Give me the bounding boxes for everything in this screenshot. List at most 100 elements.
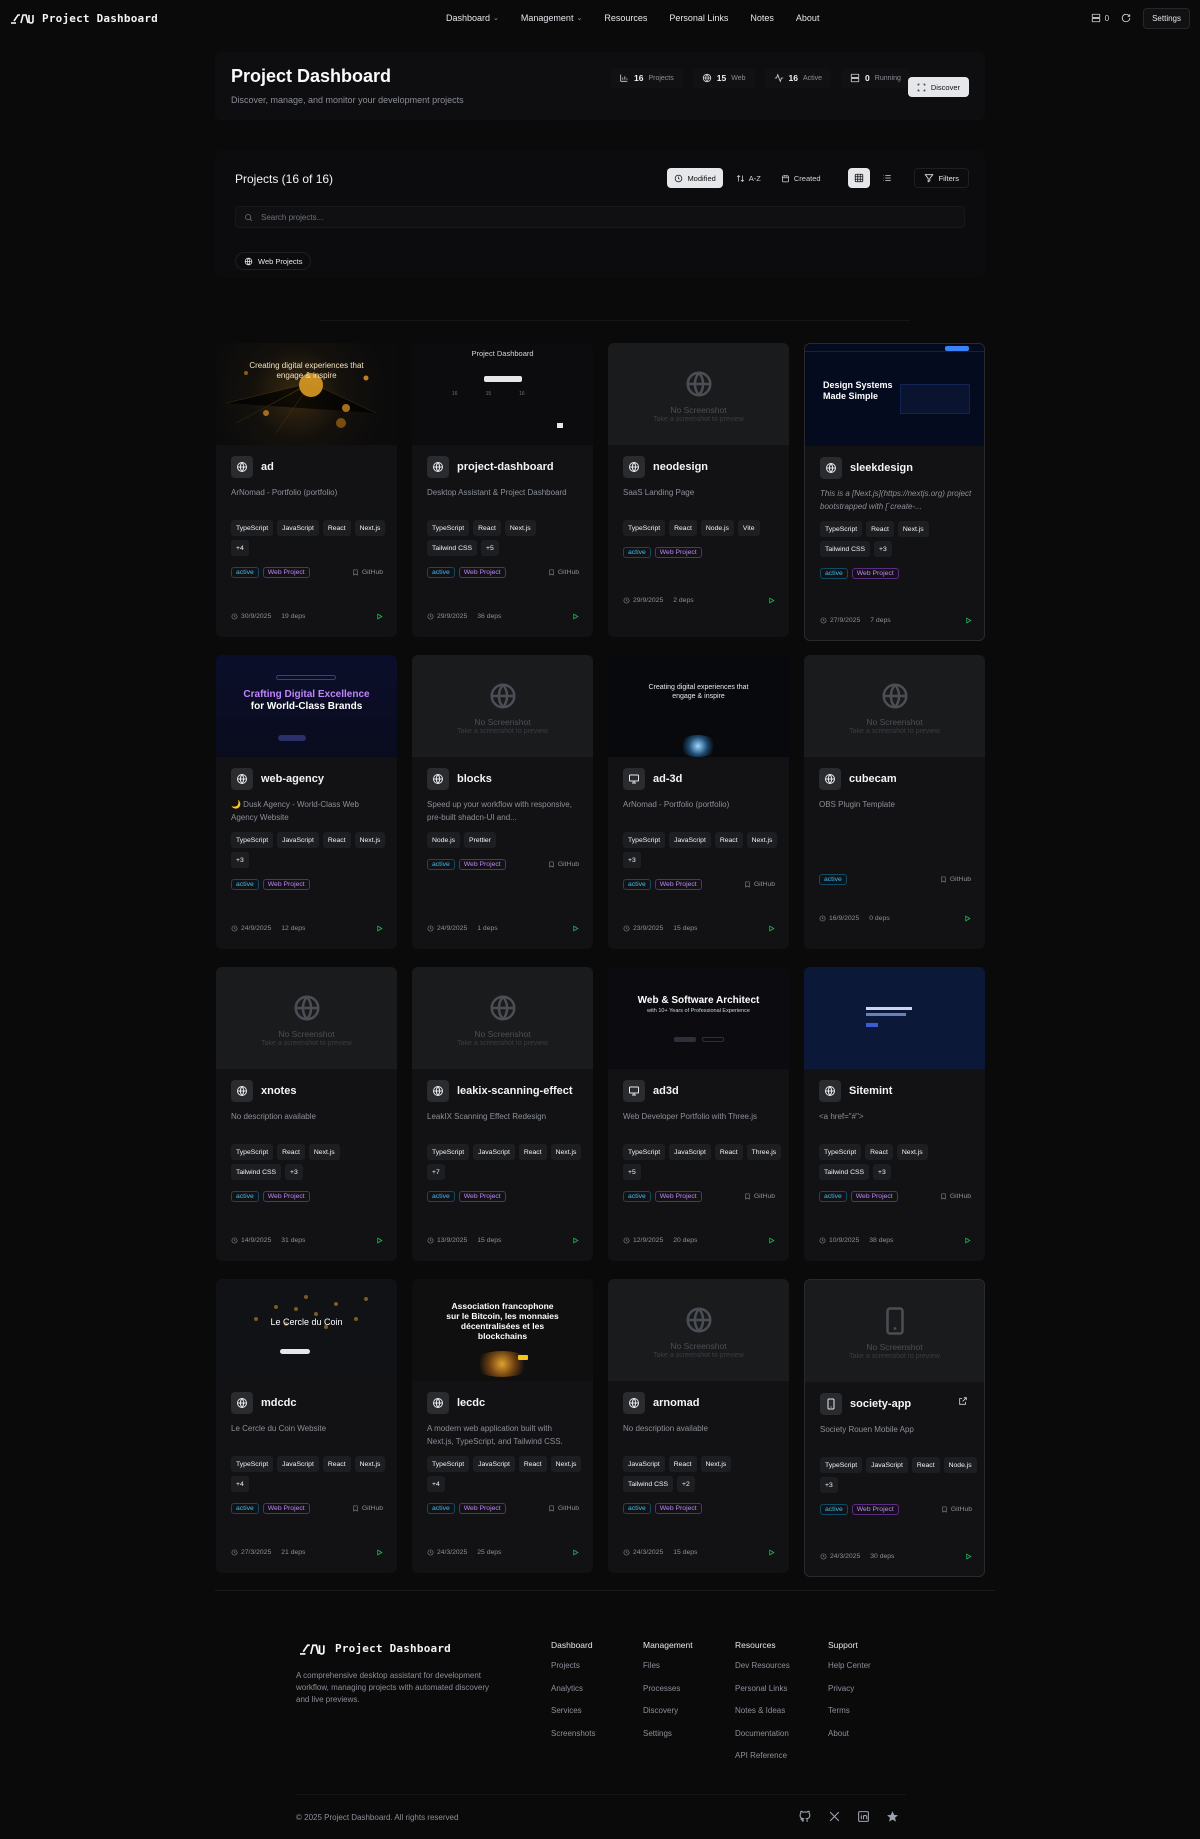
sort-az-button[interactable]: A-Z: [729, 168, 768, 188]
project-name[interactable]: project-dashboard: [457, 461, 554, 473]
play-icon[interactable]: [376, 1549, 383, 1556]
play-icon[interactable]: [768, 1549, 775, 1556]
project-name[interactable]: sleekdesign: [850, 462, 913, 474]
play-icon[interactable]: [964, 915, 971, 922]
project-name[interactable]: society-app: [850, 1398, 911, 1410]
footer-link[interactable]: Projects: [551, 1661, 595, 1684]
grid-view-button[interactable]: [847, 168, 870, 188]
github-link[interactable]: GitHub: [548, 569, 579, 576]
footer-link[interactable]: Terms: [828, 1706, 871, 1729]
project-card[interactable]: Project Dashboard 16 15 16 project-dashboard…: [412, 343, 593, 637]
nav-link-management[interactable]: Management ⌄: [521, 13, 582, 23]
project-name[interactable]: ad3d: [653, 1085, 679, 1097]
process-counter[interactable]: 0: [1091, 13, 1109, 23]
nav-link-notes[interactable]: Notes: [750, 13, 774, 23]
github-link[interactable]: GitHub: [548, 1505, 579, 1512]
footer-link[interactable]: Notes & Ideas: [735, 1706, 790, 1729]
play-icon[interactable]: [965, 617, 972, 624]
project-card[interactable]: Design Systems Made Simple sleekdesign Thi…: [804, 343, 985, 641]
github-link[interactable]: GitHub: [548, 861, 579, 868]
footer-link[interactable]: Analytics: [551, 1684, 595, 1707]
star-icon[interactable]: [886, 1810, 899, 1823]
play-icon[interactable]: [572, 925, 579, 932]
project-name[interactable]: Sitemint: [849, 1085, 892, 1097]
footer-link[interactable]: API Reference: [735, 1751, 790, 1774]
brand[interactable]: Project Dashboard: [10, 12, 158, 25]
nav-link-dashboard[interactable]: Dashboard ⌄: [446, 13, 499, 23]
project-name[interactable]: ad: [261, 461, 274, 473]
footer-link[interactable]: Files: [643, 1661, 693, 1684]
play-icon[interactable]: [768, 1237, 775, 1244]
project-name[interactable]: neodesign: [653, 461, 708, 473]
discover-button[interactable]: Discover: [907, 77, 969, 97]
project-card[interactable]: Sitemint <a href="#"> TypeScript React Next.…: [804, 967, 985, 1261]
github-link[interactable]: GitHub: [940, 1193, 971, 1200]
project-card[interactable]: Le Cercle du Coin mdcdc Le Cercle du Coin …: [216, 1279, 397, 1573]
play-icon[interactable]: [572, 613, 579, 620]
nav-link-personal-links[interactable]: Personal Links: [669, 13, 728, 23]
play-icon[interactable]: [376, 1237, 383, 1244]
footer-link[interactable]: Help Center: [828, 1661, 871, 1684]
footer-link[interactable]: Dev Resources: [735, 1661, 790, 1684]
nav-link-about[interactable]: About: [796, 13, 820, 23]
footer-link[interactable]: Documentation: [735, 1729, 790, 1752]
sort-created-button[interactable]: Created: [774, 168, 828, 188]
sort-modified-button[interactable]: Modified: [667, 168, 723, 188]
footer-link[interactable]: Processes: [643, 1684, 693, 1707]
play-icon[interactable]: [376, 613, 383, 620]
project-name[interactable]: cubecam: [849, 773, 897, 785]
filters-button[interactable]: Filters: [913, 168, 969, 188]
project-card[interactable]: No Screenshot Take a screenshot to previe…: [216, 967, 397, 1261]
play-icon[interactable]: [572, 1237, 579, 1244]
play-icon[interactable]: [572, 1549, 579, 1556]
project-card[interactable]: No Screenshot Take a screenshot to previe…: [804, 655, 985, 949]
footer-link[interactable]: Personal Links: [735, 1684, 790, 1707]
footer-link[interactable]: About: [828, 1729, 871, 1752]
footer-link[interactable]: Services: [551, 1706, 595, 1729]
github-link[interactable]: GitHub: [744, 881, 775, 888]
project-name[interactable]: arnomad: [653, 1397, 699, 1409]
github-icon[interactable]: [799, 1810, 812, 1823]
project-name[interactable]: lecdc: [457, 1397, 485, 1409]
project-card[interactable]: Creating digital experiences that engage…: [216, 343, 397, 637]
footer-link[interactable]: Settings: [643, 1729, 693, 1752]
project-name[interactable]: mdcdc: [261, 1397, 296, 1409]
project-name[interactable]: ad-3d: [653, 773, 682, 785]
list-view-button[interactable]: [876, 168, 898, 188]
nav-link-resources[interactable]: Resources: [604, 13, 647, 23]
project-card[interactable]: No Screenshot Take a screenshot to previe…: [804, 1279, 985, 1577]
play-icon[interactable]: [768, 597, 775, 604]
linkedin-icon[interactable]: [857, 1810, 870, 1823]
project-card[interactable]: Web & Software Architect with 10+ Years o…: [608, 967, 789, 1261]
settings-button[interactable]: Settings: [1143, 7, 1190, 29]
github-link[interactable]: GitHub: [940, 876, 971, 883]
web-projects-chip[interactable]: Web Projects: [235, 252, 312, 270]
bar-chart-icon: [619, 73, 629, 83]
play-icon[interactable]: [964, 1237, 971, 1244]
project-name[interactable]: blocks: [457, 773, 492, 785]
project-card[interactable]: Creating digital experiences that engage…: [608, 655, 789, 949]
project-card[interactable]: No Screenshot Take a screenshot to previe…: [412, 655, 593, 949]
github-link[interactable]: GitHub: [352, 569, 383, 576]
project-name[interactable]: leakix-scanning-effect: [457, 1085, 573, 1097]
x-icon[interactable]: [828, 1810, 841, 1823]
project-card[interactable]: No Screenshot Take a screenshot to previe…: [412, 967, 593, 1261]
github-link[interactable]: GitHub: [744, 1193, 775, 1200]
play-icon[interactable]: [768, 925, 775, 932]
project-card[interactable]: No Screenshot Take a screenshot to previe…: [608, 343, 789, 637]
search-input[interactable]: [261, 212, 911, 222]
project-card[interactable]: No Screenshot Take a screenshot to previe…: [608, 1279, 789, 1573]
play-icon[interactable]: [965, 1553, 972, 1560]
project-card[interactable]: Crafting Digital Excellence for World-Cla…: [216, 655, 397, 949]
project-name[interactable]: xnotes: [261, 1085, 296, 1097]
refresh-icon[interactable]: [1121, 13, 1131, 23]
footer-link[interactable]: Privacy: [828, 1684, 871, 1707]
play-icon[interactable]: [376, 925, 383, 932]
external-link-icon[interactable]: [958, 1396, 968, 1406]
project-name[interactable]: web-agency: [261, 773, 324, 785]
github-link[interactable]: GitHub: [941, 1506, 972, 1513]
footer-link[interactable]: Discovery: [643, 1706, 693, 1729]
footer-link[interactable]: Screenshots: [551, 1729, 595, 1752]
project-card[interactable]: Association francophone sur le Bitcoin, …: [412, 1279, 593, 1573]
github-link[interactable]: GitHub: [352, 1505, 383, 1512]
